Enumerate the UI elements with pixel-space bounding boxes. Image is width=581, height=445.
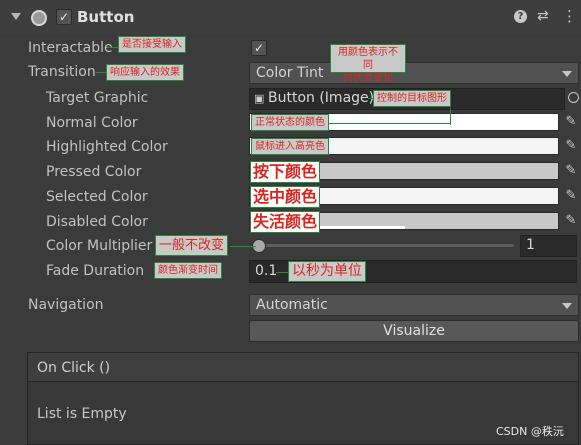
annotation-target: 控制的目标图形 xyxy=(373,90,451,107)
annotation-color-tint-line1: 用颜色表示不同 xyxy=(338,47,398,71)
on-click-header xyxy=(28,353,578,382)
annotation-line xyxy=(450,108,451,125)
eyedropper-icon[interactable]: ✎ xyxy=(564,214,578,228)
annotation-highlighted: 鼠标进入高亮色 xyxy=(251,138,329,155)
chevron-down-icon xyxy=(562,71,572,77)
annotation-fade: 颜色渐变时间 xyxy=(154,262,222,279)
on-click-title: On Click () xyxy=(37,360,111,376)
target-graphic-value: Button (Image) xyxy=(268,90,375,106)
annotation-disabled: 失活颜色 xyxy=(250,211,321,233)
image-icon: ▣ xyxy=(254,92,265,105)
annotation-seconds: 以秒为单位 xyxy=(288,261,366,282)
annotation-pressed: 按下颜色 xyxy=(250,161,321,183)
target-graphic-label: Target Graphic xyxy=(46,90,149,106)
transition-label: Transition xyxy=(28,64,96,80)
transition-dropdown[interactable]: Color Tint xyxy=(249,62,579,84)
color-multiplier-value: 1 xyxy=(526,237,535,253)
foldout-arrow-icon[interactable] xyxy=(11,13,21,20)
annotation-interactable: 是否接受输入 xyxy=(118,36,186,53)
more-icon[interactable]: ⋮ xyxy=(562,7,577,25)
annotation-normal: 正常状态的颜色 xyxy=(251,114,329,131)
presets-icon[interactable]: ⇄ xyxy=(537,8,549,24)
annotation-transition: 响应输入的效果 xyxy=(106,64,184,81)
navigation-dropdown[interactable]: Automatic xyxy=(249,294,579,316)
color-multiplier-input[interactable]: 1 xyxy=(520,235,577,257)
fade-duration-value: 0.1 xyxy=(255,263,278,279)
component-header: ✓ Button ? ⇄ ⋮ xyxy=(0,0,581,34)
eyedropper-icon[interactable]: ✎ xyxy=(564,189,578,203)
highlighted-color-label: Highlighted Color xyxy=(46,139,168,155)
button-component-icon xyxy=(31,10,47,26)
annotation-multiplier: 一般不改变 xyxy=(155,235,229,256)
annotation-color-tint: 用颜色表示不同 的状态变化 xyxy=(330,44,406,84)
chevron-down-icon xyxy=(562,303,572,309)
eyedropper-icon[interactable]: ✎ xyxy=(564,164,578,178)
annotation-line xyxy=(276,272,288,273)
selected-color-label: Selected Color xyxy=(46,189,148,205)
disabled-color-label: Disabled Color xyxy=(46,214,148,230)
interactable-label: Interactable xyxy=(28,40,113,56)
annotation-line xyxy=(327,123,450,124)
pressed-color-label: Pressed Color xyxy=(46,164,142,180)
component-enabled-checkbox[interactable]: ✓ xyxy=(56,9,72,25)
interactable-checkbox[interactable]: ✓ xyxy=(251,40,267,56)
help-icon[interactable]: ? xyxy=(514,10,527,23)
normal-color-label: Normal Color xyxy=(46,115,138,131)
visualize-button[interactable]: Visualize xyxy=(249,320,579,342)
component-title: Button xyxy=(77,8,135,26)
list-empty-text: List is Empty xyxy=(37,406,127,422)
navigation-value: Automatic xyxy=(256,297,328,313)
eyedropper-icon[interactable]: ✎ xyxy=(564,115,578,129)
watermark: CSDN @秩沅 xyxy=(496,425,564,438)
annotation-line xyxy=(230,246,256,247)
color-multiplier-slider-track[interactable] xyxy=(256,244,514,247)
annotation-selected: 选中颜色 xyxy=(250,186,321,208)
object-picker-icon[interactable] xyxy=(568,92,579,103)
transition-value: Color Tint xyxy=(256,65,324,81)
annotation-color-tint-line2: 的状态变化 xyxy=(343,73,393,84)
navigation-label: Navigation xyxy=(28,297,104,313)
color-multiplier-label: Color Multiplier xyxy=(46,238,153,254)
eyedropper-icon[interactable]: ✎ xyxy=(564,139,578,153)
fade-duration-label: Fade Duration xyxy=(46,263,145,279)
